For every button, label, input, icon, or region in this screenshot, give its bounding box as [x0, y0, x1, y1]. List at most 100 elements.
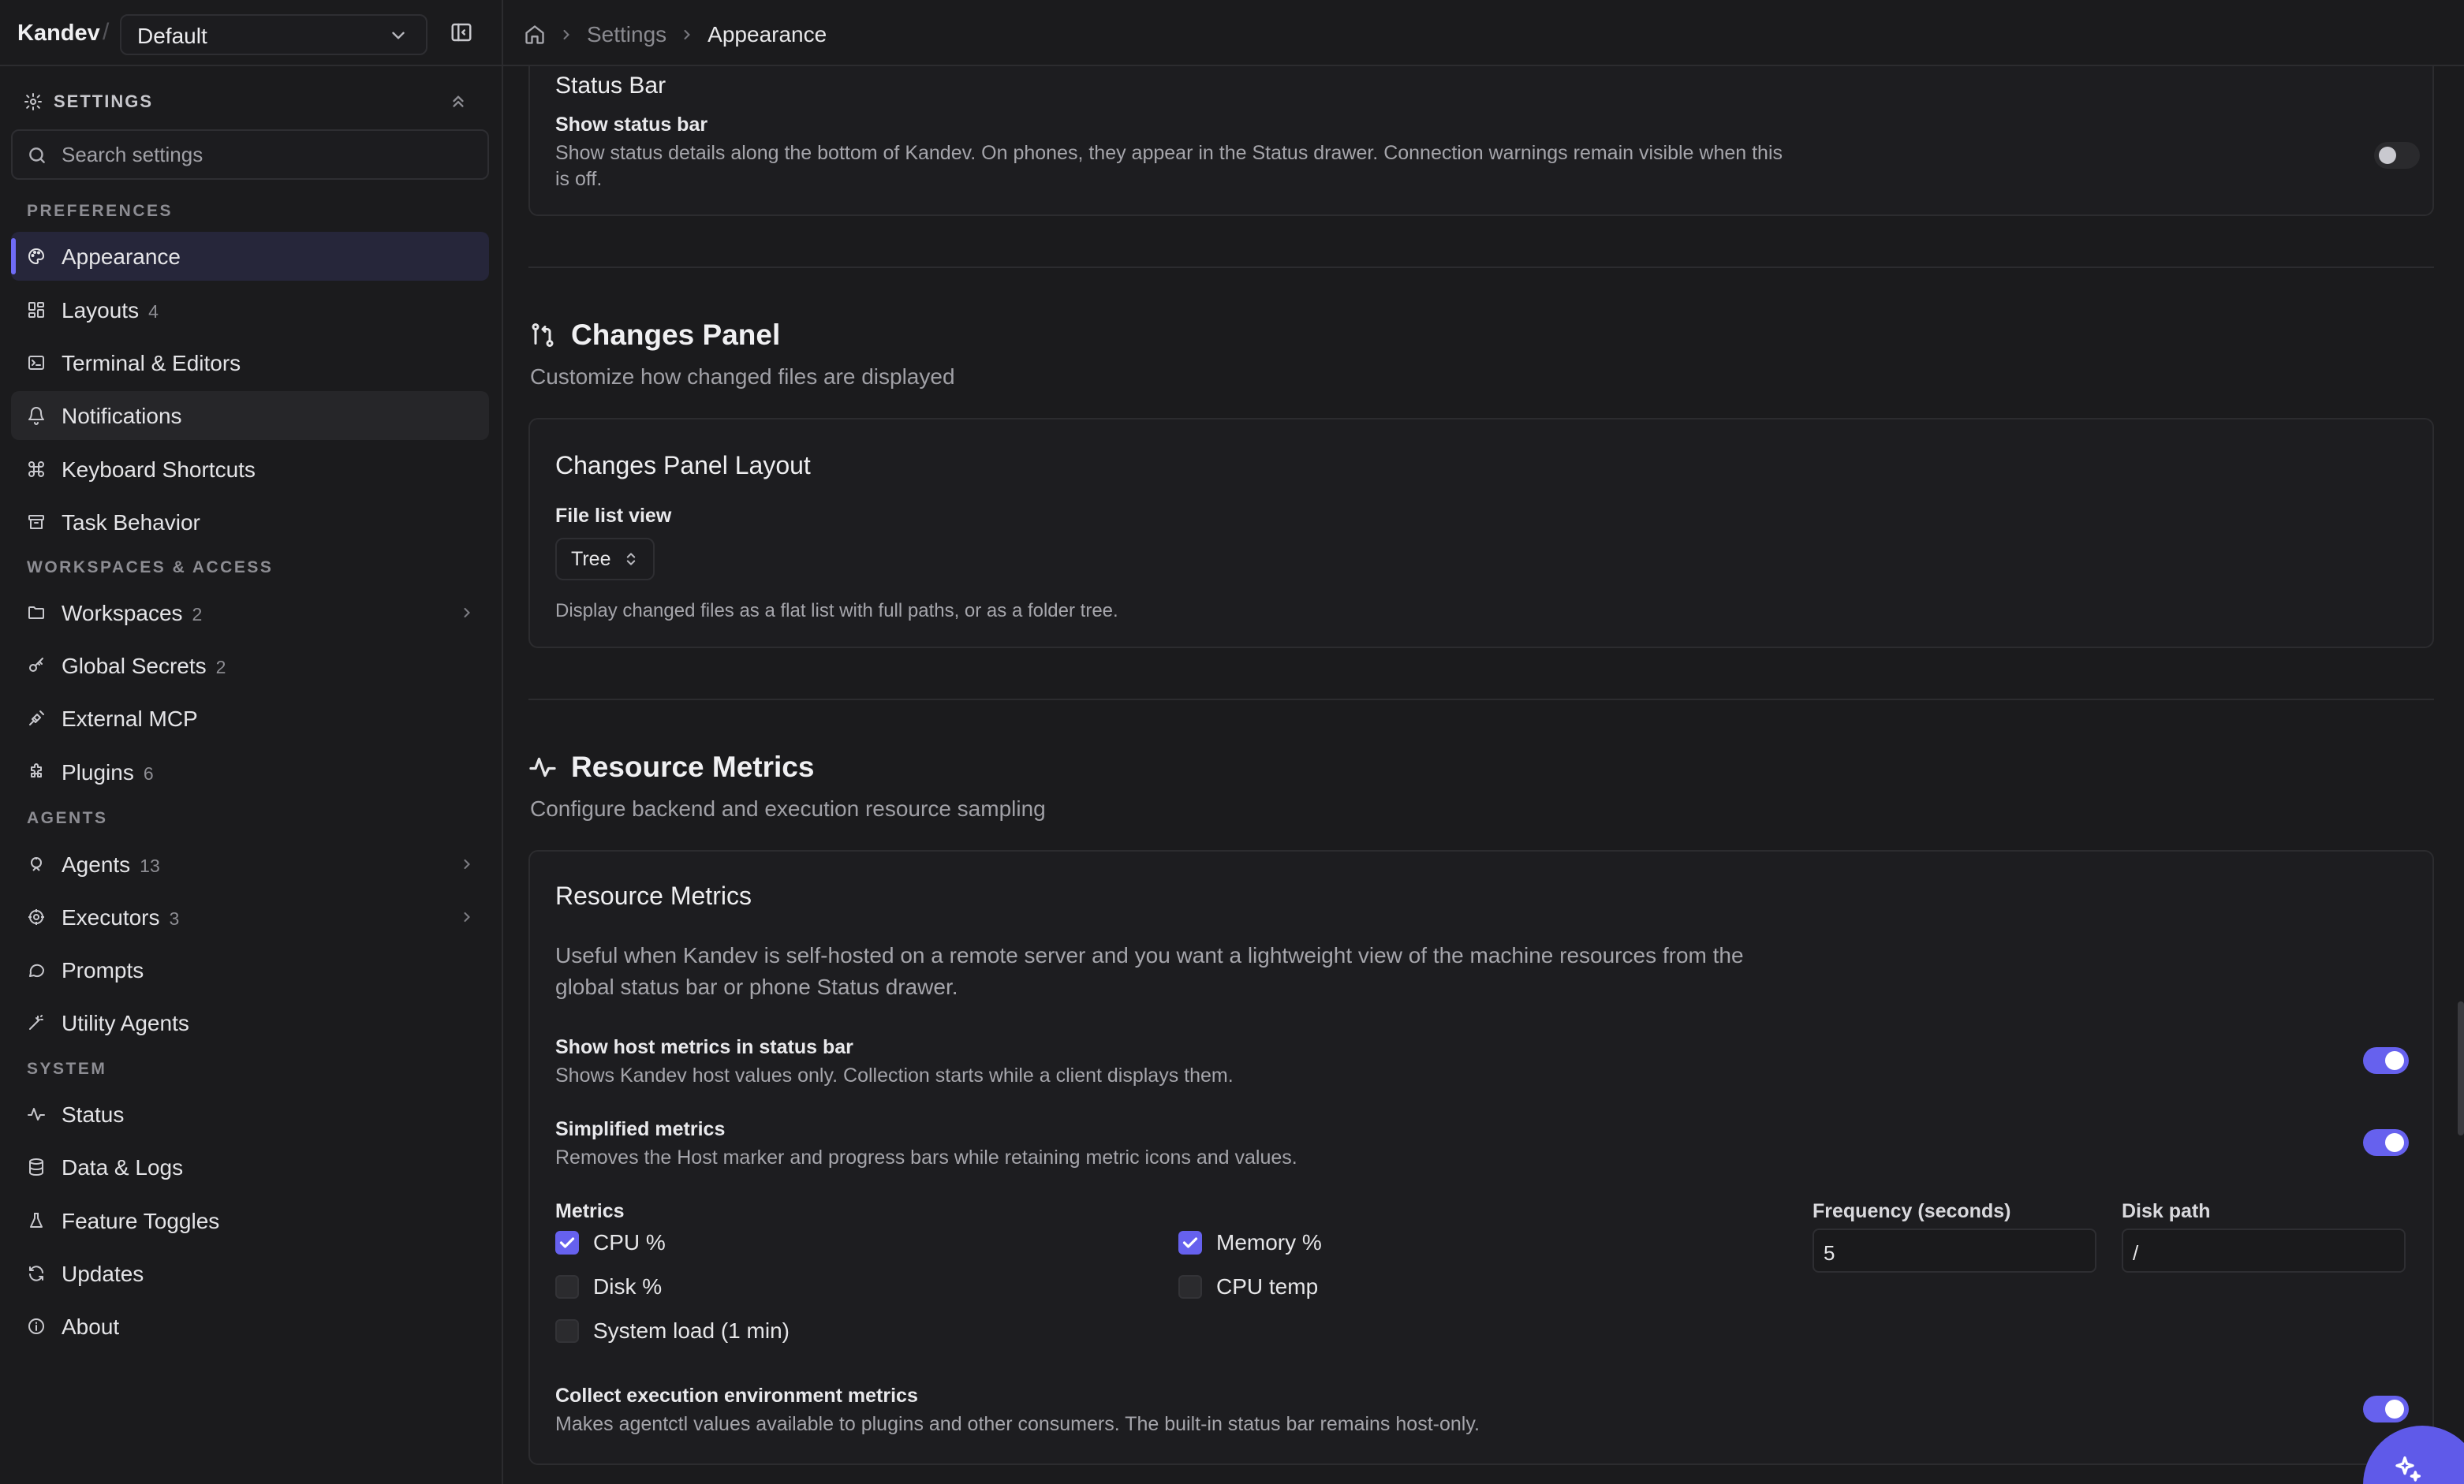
refresh-icon	[29, 1266, 43, 1281]
top-bar-left: Kandev / Default	[0, 0, 503, 66]
sidebar-item-count: 13	[140, 856, 160, 876]
search-icon	[29, 147, 45, 163]
scrollbar-thumb[interactable]	[2458, 1001, 2464, 1135]
search-input[interactable]	[62, 131, 472, 178]
checkbox-label: CPU temp	[1216, 1274, 1319, 1299]
breadcrumb-settings[interactable]: Settings	[587, 22, 666, 47]
frequency-input[interactable]: 5	[1813, 1229, 2096, 1273]
field-help: Display changed files as a flat list wit…	[555, 600, 1118, 621]
chevron-down-icon	[392, 32, 405, 39]
disk-path-input[interactable]: /	[2122, 1229, 2406, 1273]
sidebar-item-agents[interactable]: Agents 13	[11, 840, 489, 889]
chevron-right-icon	[464, 859, 470, 870]
metric-cpu-checkbox[interactable]: CPU %	[555, 1230, 666, 1255]
resource-metrics-card: Resource Metrics Useful when Kandev is s…	[528, 850, 2434, 1465]
checkbox-checked[interactable]	[1178, 1231, 1202, 1255]
host-metrics-toggle[interactable]	[2363, 1047, 2409, 1074]
settings-header-label: SETTINGS	[54, 91, 154, 111]
workspace-select[interactable]: Default	[120, 14, 427, 55]
sidebar-item-data-logs[interactable]: Data & Logs	[11, 1143, 489, 1191]
sidebar-toggle-icon[interactable]	[450, 21, 473, 44]
field-label: File list view	[555, 505, 672, 527]
metric-memory-checkbox[interactable]: Memory %	[1178, 1230, 1322, 1255]
simplified-metrics-toggle[interactable]	[2363, 1129, 2409, 1156]
sidebar-item-label: Prompts	[62, 958, 144, 982]
sidebar-item-keyboard-shortcuts[interactable]: Keyboard Shortcuts	[11, 445, 489, 494]
card-title: Changes Panel Layout	[555, 451, 811, 479]
sidebar-item-plugins[interactable]: Plugins 6	[11, 748, 489, 796]
puzzle-icon	[31, 763, 42, 777]
show-status-bar-toggle[interactable]	[2374, 142, 2420, 169]
key-icon	[29, 658, 43, 672]
brand-separator: /	[103, 19, 110, 45]
chevron-right-icon	[464, 912, 470, 923]
row-title: Show status bar	[555, 114, 708, 136]
home-icon[interactable]	[524, 24, 546, 46]
breadcrumb: Settings Appearance	[524, 19, 827, 50]
sidebar-item-utility-agents[interactable]: Utility Agents	[11, 998, 489, 1047]
check-icon	[559, 1237, 575, 1248]
changes-panel-header: Changes Panel	[528, 319, 780, 352]
plug-icon	[29, 710, 44, 725]
sidebar-item-status[interactable]: Status	[11, 1090, 489, 1139]
disk-path-label: Disk path	[2122, 1200, 2211, 1222]
sidebar-item-count: 4	[148, 301, 159, 322]
metric-cpu-temp-checkbox[interactable]: CPU temp	[1178, 1274, 1318, 1299]
sidebar-item-executors[interactable]: Executors 3	[11, 893, 489, 941]
sidebar-item-external-mcp[interactable]: External MCP	[11, 694, 489, 743]
group-label-workspaces-access: WORKSPACES & ACCESS	[27, 558, 274, 576]
activity-icon	[529, 757, 556, 777]
sidebar-item-appearance[interactable]: Appearance	[11, 232, 489, 281]
sidebar-item-label: Utility Agents	[62, 1011, 189, 1035]
sidebar-item-global-secrets[interactable]: Global Secrets 2	[11, 641, 489, 690]
sidebar-item-updates[interactable]: Updates	[11, 1249, 489, 1298]
sidebar-item-workspaces[interactable]: Workspaces 2	[11, 588, 489, 637]
sidebar-item-label: External MCP	[62, 707, 198, 731]
info-icon	[28, 1318, 44, 1334]
sidebar-item-label: Data & Logs	[62, 1155, 184, 1180]
workspace-select-value: Default	[137, 24, 207, 48]
section-subtitle: Configure backend and execution resource…	[530, 796, 1046, 821]
file-list-view-select[interactable]: Tree	[555, 538, 655, 580]
sidebar-item-label: Executors	[62, 905, 160, 930]
metric-system-load-checkbox[interactable]: System load (1 min)	[555, 1318, 790, 1344]
checkbox-unchecked[interactable]	[555, 1319, 579, 1343]
checkbox-unchecked[interactable]	[1178, 1275, 1202, 1299]
sidebar-item-task-behavior[interactable]: Task Behavior	[11, 498, 489, 546]
brand-name[interactable]: Kandev	[17, 21, 100, 47]
checkbox-label: CPU %	[593, 1230, 666, 1255]
palette-icon	[28, 248, 44, 264]
sidebar-item-label: Global Secrets	[62, 654, 207, 678]
changes-panel-layout-card: Changes Panel Layout File list view Tree…	[528, 418, 2434, 648]
sidebar-item-terminal-editors[interactable]: Terminal & Editors	[11, 338, 489, 387]
resource-metrics-header: Resource Metrics	[528, 751, 814, 784]
settings-header: SETTINGS	[24, 90, 153, 114]
sidebar-item-notifications[interactable]: Notifications	[11, 391, 489, 440]
frequency-label: Frequency (seconds)	[1813, 1200, 2011, 1222]
sidebar-item-layouts[interactable]: Layouts 4	[11, 285, 489, 334]
row-title: Show host metrics in status bar	[555, 1036, 853, 1058]
metric-disk-checkbox[interactable]: Disk %	[555, 1274, 662, 1299]
metrics-label: Metrics	[555, 1200, 625, 1222]
sidebar-item-prompts[interactable]: Prompts	[11, 945, 489, 994]
checkbox-unchecked[interactable]	[555, 1275, 579, 1299]
group-label-agents: AGENTS	[27, 809, 108, 827]
settings-content: Status Bar Show status bar Show status d…	[505, 66, 2464, 1484]
sidebar-item-label: Terminal & Editors	[62, 351, 241, 375]
settings-sidebar: SETTINGS PREFERENCES Appearance Layouts 4…	[0, 66, 503, 1484]
checkbox-label: System load (1 min)	[593, 1318, 790, 1343]
exec-env-metrics-toggle[interactable]	[2363, 1396, 2409, 1422]
message-circle-icon	[29, 964, 45, 978]
sidebar-item-label: About	[62, 1314, 120, 1339]
sidebar-item-count: 2	[192, 604, 203, 625]
sidebar-item-count: 2	[215, 657, 226, 677]
archive-icon	[28, 515, 44, 529]
sidebar-item-label: Workspaces	[62, 601, 183, 625]
chevron-right-icon	[464, 607, 470, 618]
collapse-icon[interactable]	[448, 90, 469, 110]
sidebar-item-feature-toggles[interactable]: Feature Toggles	[11, 1196, 489, 1245]
card-title: Status Bar	[555, 73, 666, 99]
sidebar-item-about[interactable]: About	[11, 1302, 489, 1351]
checkbox-checked[interactable]	[555, 1231, 579, 1255]
chevron-right-icon	[563, 29, 569, 40]
